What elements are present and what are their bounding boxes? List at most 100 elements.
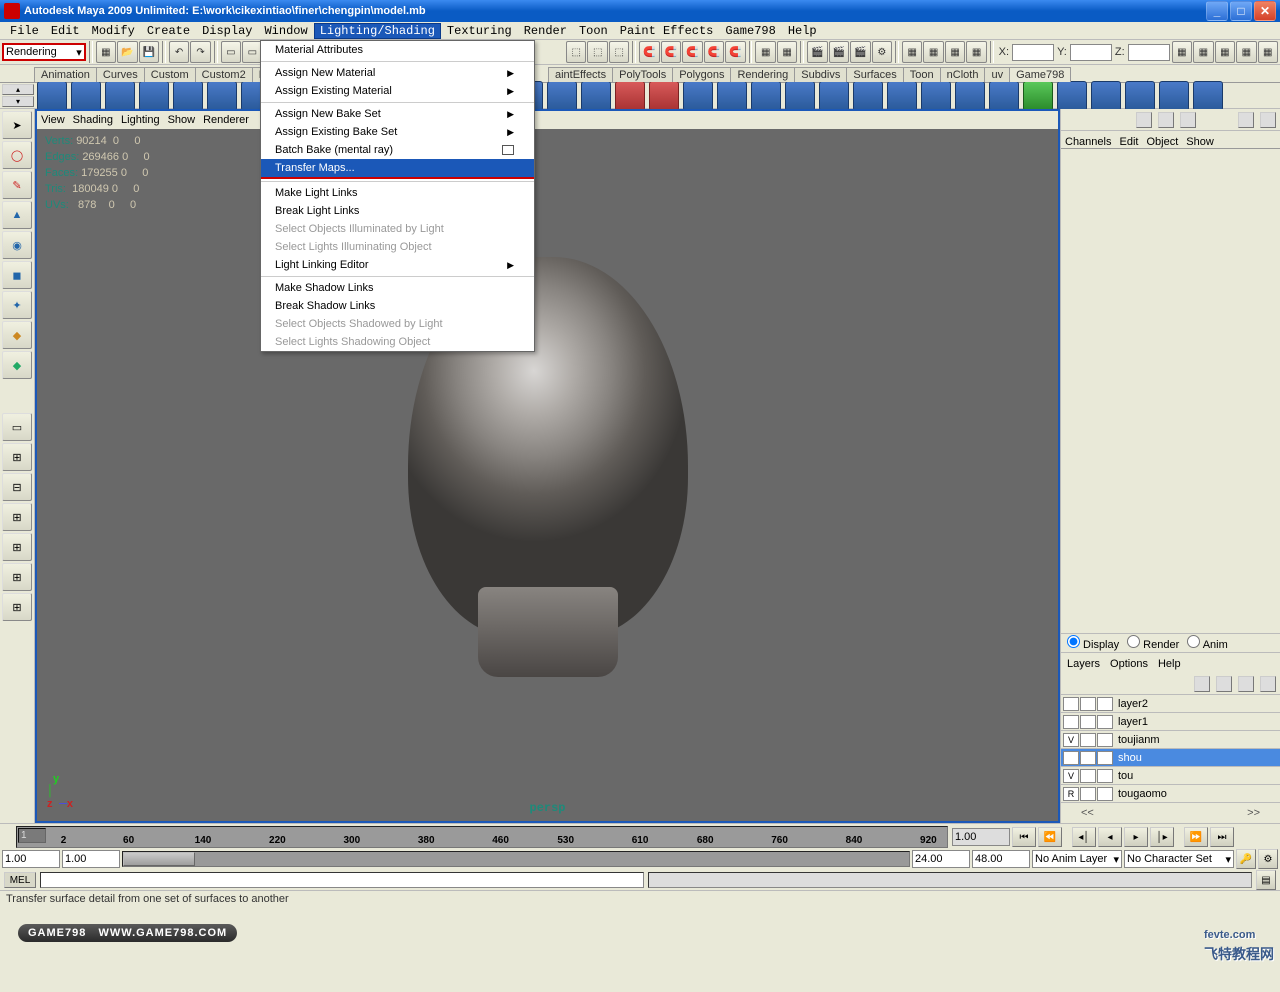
shelf-button[interactable] (751, 81, 781, 111)
shelf-tab-surfaces[interactable]: Surfaces (846, 67, 903, 82)
shelf-button[interactable] (955, 81, 985, 111)
toolbar-button[interactable]: 📂 (117, 41, 137, 63)
render-button[interactable]: 🎬 (850, 41, 870, 63)
layer-vis-box[interactable]: R (1063, 787, 1079, 801)
shelf-button[interactable] (1125, 81, 1155, 111)
rp-tab-object[interactable]: Object (1146, 136, 1178, 148)
toolbar-button[interactable]: ▦ (96, 41, 116, 63)
paint-select-tool[interactable]: ✎ (2, 171, 32, 199)
shelf-button[interactable] (819, 81, 849, 111)
menu-display[interactable]: Display (196, 23, 258, 39)
menu-render[interactable]: Render (518, 23, 573, 39)
layer-icon[interactable] (1260, 676, 1276, 692)
step-fwd-button[interactable]: ⏩ (1184, 827, 1208, 847)
menu-lightingshading[interactable]: Lighting/Shading (314, 23, 441, 39)
coord-z-input[interactable] (1128, 44, 1170, 61)
shelf-button[interactable] (547, 81, 577, 111)
shelf-button[interactable] (785, 81, 815, 111)
goto-start-button[interactable]: ⏮ (1012, 827, 1036, 847)
shelf-button[interactable] (717, 81, 747, 111)
toolbar-button[interactable]: ⬚ (566, 41, 586, 63)
layer-type-box[interactable] (1080, 787, 1096, 801)
lasso-tool[interactable]: ◯ (2, 141, 32, 169)
shelf-button[interactable] (1023, 81, 1053, 111)
toolbar-button[interactable]: ▦ (1193, 41, 1213, 63)
shelf-tab-curves[interactable]: Curves (96, 67, 145, 82)
menu-item[interactable]: Assign New Bake Set▶ (261, 105, 534, 123)
menu-window[interactable]: Window (258, 23, 313, 39)
shelf-button[interactable] (853, 81, 883, 111)
layer-color-box[interactable] (1097, 787, 1113, 801)
shelf-button[interactable] (921, 81, 951, 111)
layer-vis-box[interactable] (1063, 697, 1079, 711)
menu-item[interactable]: Break Shadow Links (261, 297, 534, 315)
minimize-button[interactable]: _ (1206, 1, 1228, 21)
option-box-icon[interactable] (502, 145, 514, 155)
menu-modify[interactable]: Modify (86, 23, 141, 39)
toolbar-button[interactable]: ▦ (1215, 41, 1235, 63)
radio-anim[interactable]: Anim (1187, 635, 1228, 651)
toolbar-button[interactable]: ▦ (923, 41, 943, 63)
menu-item[interactable]: Material Attributes (261, 41, 534, 59)
layer-row[interactable]: /shou (1061, 749, 1280, 767)
menu-item[interactable]: Make Shadow Links (261, 279, 534, 297)
manip-tool[interactable]: ✦ (2, 291, 32, 319)
toolbar-button[interactable]: ▦ (966, 41, 986, 63)
shelf-button[interactable] (71, 81, 101, 111)
toolbar-button[interactable]: ▦ (1172, 41, 1192, 63)
shelf-button[interactable] (887, 81, 917, 111)
play-fwd-button[interactable]: ▸ (1124, 827, 1148, 847)
playback-start-input[interactable] (62, 850, 120, 868)
shelf-tab-game798[interactable]: Game798 (1009, 67, 1071, 82)
shelf-tab-ncloth[interactable]: nCloth (940, 67, 986, 82)
rp-tab-show[interactable]: Show (1186, 136, 1214, 148)
viewport-menu-lighting[interactable]: Lighting (121, 114, 160, 126)
snap-button[interactable]: 🧲 (682, 41, 702, 63)
shelf-tab-custom[interactable]: Custom (144, 67, 196, 82)
layer-vis-box[interactable] (1063, 715, 1079, 729)
play-back-button[interactable]: ◂ (1098, 827, 1122, 847)
layout-btn[interactable]: ⊟ (2, 473, 32, 501)
menu-edit[interactable]: Edit (45, 23, 86, 39)
range-thumb[interactable] (123, 852, 195, 866)
toolbar-button[interactable]: ▭ (221, 41, 241, 63)
menu-toon[interactable]: Toon (573, 23, 614, 39)
menu-painteffects[interactable]: Paint Effects (614, 23, 720, 39)
range-end-input[interactable] (972, 850, 1030, 868)
close-button[interactable]: ✕ (1254, 1, 1276, 21)
shelf-button[interactable] (649, 81, 679, 111)
menu-item[interactable]: Batch Bake (mental ray) (261, 141, 534, 159)
render-button[interactable]: 🎬 (829, 41, 849, 63)
next-key-button[interactable]: │▸ (1150, 827, 1174, 847)
menu-create[interactable]: Create (141, 23, 196, 39)
panel-icon[interactable] (1238, 112, 1254, 128)
layer-menu-help[interactable]: Help (1158, 658, 1181, 670)
layer-vis-box[interactable] (1063, 751, 1079, 765)
menu-texturing[interactable]: Texturing (441, 23, 518, 39)
shelf-button[interactable] (615, 81, 645, 111)
layer-vis-box[interactable]: V (1063, 769, 1079, 783)
menu-item[interactable]: Assign Existing Bake Set▶ (261, 123, 534, 141)
menu-item[interactable]: Transfer Maps... (261, 159, 534, 179)
layer-row[interactable]: Vtou (1061, 767, 1280, 785)
render-button[interactable]: ⚙ (872, 41, 892, 63)
shelf-tab-polytools[interactable]: PolyTools (612, 67, 673, 82)
menu-game[interactable]: Game798 (719, 23, 781, 39)
layer-vis-box[interactable]: V (1063, 733, 1079, 747)
anim-layer-select[interactable]: No Anim Layer▾ (1032, 850, 1122, 868)
panel-icon[interactable] (1136, 112, 1152, 128)
snap-button[interactable]: 🧲 (704, 41, 724, 63)
toolbar-button[interactable]: ▦ (1258, 41, 1278, 63)
shelf-tab-ainteffects[interactable]: aintEffects (548, 67, 613, 82)
maximize-button[interactable]: □ (1230, 1, 1252, 21)
snap-button[interactable]: 🧲 (639, 41, 659, 63)
layer-icon[interactable] (1216, 676, 1232, 692)
coord-x-input[interactable] (1012, 44, 1054, 61)
toolbar-button[interactable]: ↶ (169, 41, 189, 63)
layer-row[interactable]: layer2 (1061, 695, 1280, 713)
viewport-menu-show[interactable]: Show (168, 114, 196, 126)
prev-key-button[interactable]: ◂│ (1072, 827, 1096, 847)
viewport-menu-view[interactable]: View (41, 114, 65, 126)
layer-prev[interactable]: << (1081, 807, 1094, 819)
rp-tab-edit[interactable]: Edit (1119, 136, 1138, 148)
